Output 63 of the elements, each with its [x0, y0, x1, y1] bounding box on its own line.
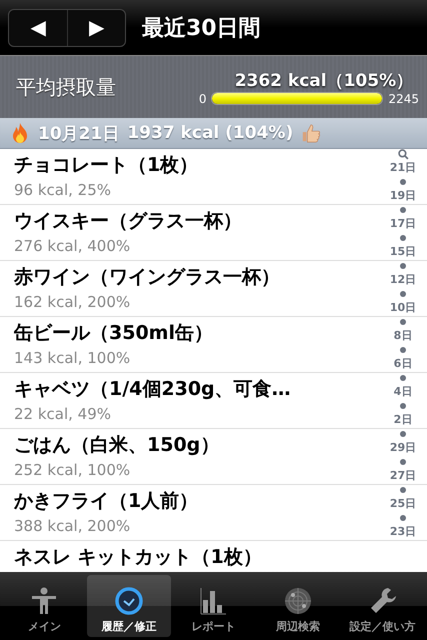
- radar-icon: [283, 586, 314, 616]
- index-dot[interactable]: [400, 347, 406, 353]
- food-name: ごはん（白米、150g）: [14, 433, 220, 458]
- food-detail: 252 kcal, 100%: [14, 461, 130, 479]
- tab[interactable]: 周辺検索: [256, 575, 340, 637]
- food-name: 缶ビール（350ml缶）: [14, 321, 213, 346]
- food-detail: 143 kcal, 100%: [14, 349, 130, 367]
- nav-title: 最近30日間: [142, 14, 261, 42]
- summary-value: 2362 kcal（105%）: [234, 70, 414, 92]
- index-label[interactable]: 25日: [390, 496, 416, 512]
- thumbs-up-icon: [301, 122, 322, 144]
- food-name: 赤ワイン（ワイングラス一杯）: [14, 265, 280, 290]
- index-dot[interactable]: [400, 431, 406, 437]
- tab[interactable]: メイン: [2, 575, 87, 637]
- index-label[interactable]: 21日: [390, 160, 416, 176]
- food-name: キャベツ（1/4個230g、可食…: [14, 377, 291, 402]
- bar-chart-icon: [198, 586, 228, 616]
- next-button[interactable]: ▶: [67, 10, 125, 46]
- index-label[interactable]: 29日: [390, 440, 416, 456]
- index-dot[interactable]: [400, 179, 406, 185]
- index-dot[interactable]: [400, 375, 406, 381]
- previous-button[interactable]: ◀: [9, 10, 67, 46]
- day-total: 1937 kcal (104%): [127, 123, 294, 143]
- index-label[interactable]: 23日: [390, 524, 416, 540]
- index-label[interactable]: 4日: [394, 384, 412, 400]
- index-dot[interactable]: [400, 487, 406, 493]
- food-name: ウイスキー（グラス一杯）: [14, 209, 242, 234]
- food-row[interactable]: ネスレ キットカット（1枚）: [0, 541, 427, 570]
- index-dot[interactable]: [400, 235, 406, 241]
- max-label: 2245: [388, 92, 419, 106]
- food-detail: 162 kcal, 200%: [14, 293, 130, 311]
- food-name: かきフライ（1人前）: [14, 489, 198, 514]
- index-dot[interactable]: [400, 291, 406, 297]
- index-label[interactable]: 6日: [394, 356, 412, 372]
- min-label: 0: [198, 92, 206, 106]
- index-dot[interactable]: [400, 515, 406, 521]
- food-name: チョコレート（1枚）: [14, 153, 198, 178]
- food-detail: 276 kcal, 400%: [14, 237, 130, 255]
- day-date: 10月21日: [38, 122, 120, 144]
- clock-icon: [114, 586, 144, 616]
- summary-label: 平均摂取量: [16, 74, 116, 100]
- index-label[interactable]: 19日: [390, 188, 416, 204]
- food-detail: 388 kcal, 200%: [14, 517, 130, 535]
- search-icon[interactable]: [398, 149, 408, 160]
- index-label[interactable]: 15日: [390, 244, 416, 260]
- index-label[interactable]: 27日: [390, 468, 416, 484]
- tab[interactable]: レポート: [171, 575, 256, 637]
- index-label[interactable]: 12日: [390, 272, 416, 288]
- index-label[interactable]: 10日: [390, 300, 416, 316]
- food-detail: 96 kcal, 25%: [14, 181, 112, 199]
- index-dot[interactable]: [400, 263, 406, 269]
- tab[interactable]: 履歴／修正: [86, 575, 172, 637]
- index-dot[interactable]: [400, 207, 406, 213]
- index-dot[interactable]: [400, 403, 406, 409]
- food-detail: 22 kcal, 49%: [14, 405, 112, 423]
- index-label[interactable]: 17日: [390, 216, 416, 232]
- index-label[interactable]: 8日: [394, 328, 412, 344]
- index-dot[interactable]: [400, 319, 406, 325]
- index-dot[interactable]: [400, 459, 406, 465]
- food-name: ネスレ キットカット（1枚）: [14, 545, 262, 570]
- flame-icon: [10, 122, 30, 144]
- tab[interactable]: 設定／使い方: [340, 575, 425, 637]
- index-label[interactable]: 2日: [394, 412, 412, 428]
